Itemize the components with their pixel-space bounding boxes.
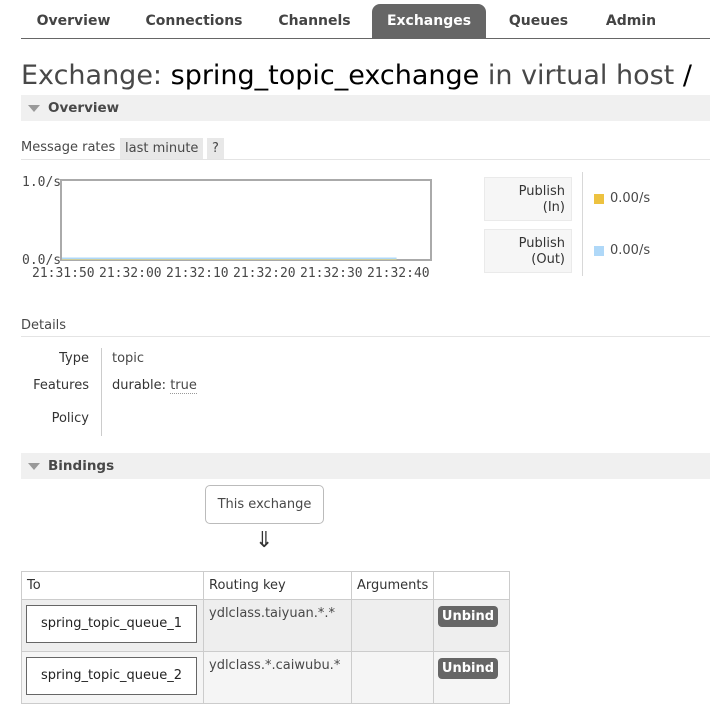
table-row: spring_topic_queue_2 ydlclass.*.caiwubu.… [21,651,510,704]
policy-key: Policy [51,411,89,426]
tab-overview[interactable]: Overview [21,4,126,38]
message-rates-label: Message rates [21,140,116,155]
bindings-header-label: Bindings [48,458,115,474]
queue-link[interactable]: spring_topic_queue_1 [26,605,197,643]
collapse-triangle-icon [28,463,40,470]
title-middle: in virtual host [487,60,675,91]
tab-admin[interactable]: Admin [591,4,671,38]
feature-durable-label: durable: [112,378,167,393]
legend-out-swatch [594,246,604,256]
details-label: Details [21,318,67,333]
main-nav: Overview Connections Channels Exchanges … [21,4,710,39]
collapse-triangle-icon [28,105,40,112]
tab-exchanges[interactable]: Exchanges [372,4,486,38]
help-button[interactable]: ? [207,138,224,159]
message-rates-chart: 1.0/s0.0/s21:31:50 21:32:00 21:32:10 21:32:… [22,175,432,281]
queue-link[interactable]: spring_topic_queue_2 [26,657,197,695]
col-routing-key: Routing key [203,571,352,600]
overview-header-label: Overview [48,100,120,116]
routing-key: ydlclass.taiyuan.*.* [209,606,336,621]
x-tick-label: 21:32:00 [99,266,162,281]
legend-in-value: 0.00/s [610,191,651,206]
legend-in-line2: (In) [542,200,565,215]
divider [21,159,710,160]
legend-out-line2: (Out) [531,252,565,267]
overview-section-header[interactable]: Overview [21,95,710,121]
exchange-name: spring_topic_exchange [170,60,480,91]
vhost-name: / [682,60,692,91]
bindings-table: To Routing key Arguments spring_topic_qu… [21,571,510,704]
arguments-cell [351,599,434,652]
details-divider [101,348,102,436]
x-tick-label: 21:32:40 [367,266,430,281]
routing-key: ydlclass.*.caiwubu.* [209,658,341,673]
table-row: spring_topic_queue_1 ydlclass.taiyuan.*.… [21,599,510,652]
type-key: Type [59,351,89,366]
x-tick-label: 21:32:30 [300,266,363,281]
tab-queues[interactable]: Queues [491,4,586,38]
col-actions [433,571,510,600]
down-arrow-icon: ⇓ [255,528,274,553]
page-title: Exchange: spring_topic_exchange in virtu… [21,60,692,91]
legend-out-line1: Publish [518,236,565,251]
legend-publish-in[interactable]: Publish (In) [484,177,572,221]
divider [21,336,710,337]
x-tick-label: 21:32:10 [166,266,229,281]
bindings-section-header[interactable]: Bindings [21,453,710,479]
arguments-cell [351,651,434,704]
legend-out-value: 0.00/s [610,243,651,258]
this-exchange-box: This exchange [205,485,324,524]
legend-in-line1: Publish [518,184,565,199]
col-arguments: Arguments [351,571,434,600]
tab-channels[interactable]: Channels [262,4,367,38]
chart-plot-area [60,179,432,261]
unbind-button[interactable]: Unbind [438,658,498,679]
y-tick-label: 1.0/s [22,175,61,190]
x-tick-label: 21:31:50 [32,266,95,281]
type-value: topic [112,351,145,366]
legend-in-swatch [594,194,604,204]
title-prefix: Exchange: [21,60,163,91]
legend-publish-out[interactable]: Publish (Out) [484,229,572,273]
range-selector[interactable]: last minute [120,138,204,159]
legend-divider [582,172,583,276]
features-value: durable: true [112,378,197,394]
tab-connections[interactable]: Connections [134,4,254,38]
x-tick-label: 21:32:20 [233,266,296,281]
col-to: To [21,571,204,600]
unbind-button[interactable]: Unbind [438,606,498,627]
feature-durable-value: true [170,378,197,394]
features-key: Features [33,378,89,393]
